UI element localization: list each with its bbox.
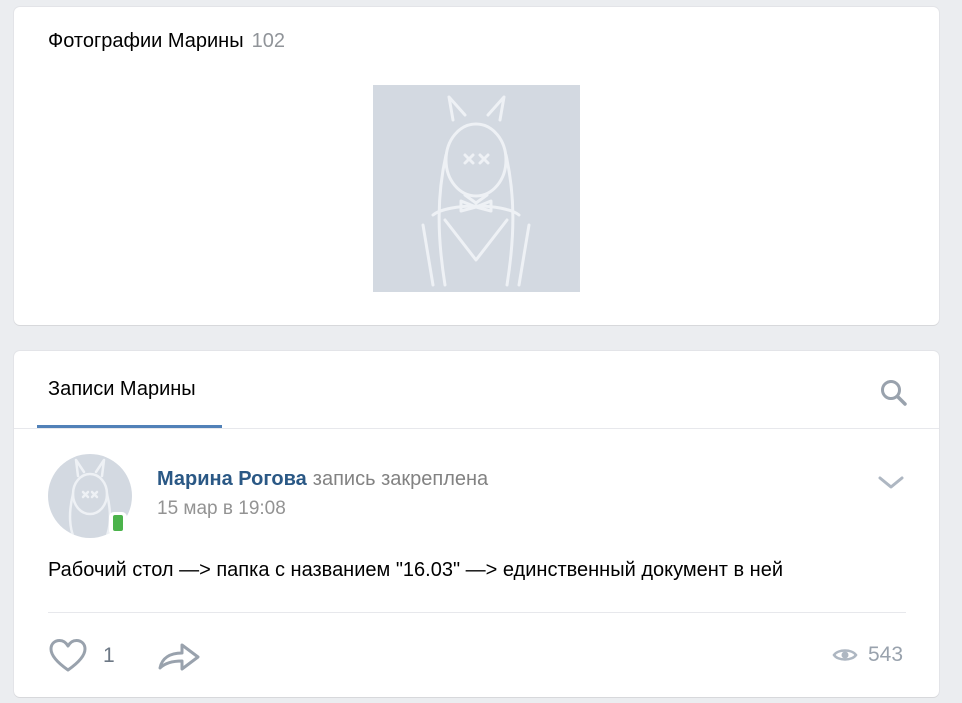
search-icon[interactable] [879,378,909,408]
wall-card: Записи Марины Марина Рогова запись закреп… [14,351,939,697]
post-author-line: Марина Рогова запись закреплена [157,468,488,491]
mobile-online-icon [109,512,127,536]
post-date[interactable]: 15 мар в 19:08 [157,498,286,520]
like-button[interactable]: 1 [48,638,115,674]
tab-divider [14,428,939,429]
photos-count: 102 [251,30,285,52]
chevron-down-icon[interactable] [876,471,906,493]
photo-thumbnail[interactable] [373,85,580,292]
character-illustration [421,95,531,287]
eye-icon [832,649,858,661]
like-count: 1 [103,644,115,667]
views-counter: 543 [832,643,903,667]
photos-title[interactable]: Фотографии Марины [48,30,244,52]
post-text: Рабочий стол —> папка с названием "16.03… [48,559,784,581]
post-divider [48,612,906,613]
post-pinned-label: запись закреплена [312,468,489,490]
photos-header[interactable]: Фотографии Марины 102 [48,30,285,53]
post-author-name[interactable]: Марина Рогова [157,468,307,490]
views-count: 543 [868,643,904,666]
share-arrow-icon[interactable] [156,638,202,674]
photos-card: Фотографии Марины 102 [14,7,939,325]
tab-wall-posts[interactable]: Записи Марины [48,378,196,401]
heart-icon [49,639,87,672]
